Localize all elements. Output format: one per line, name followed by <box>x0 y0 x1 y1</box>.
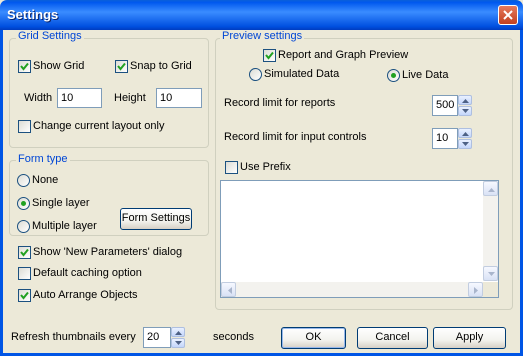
scrollbar-corner <box>483 282 498 297</box>
title-bar[interactable]: Settings <box>0 0 523 30</box>
auto-arrange-label: Auto Arrange Objects <box>33 289 138 301</box>
show-grid-label: Show Grid <box>33 60 85 72</box>
live-data-label: Live Data <box>402 69 449 81</box>
arrow-down-icon <box>175 341 182 345</box>
snap-to-grid-checkbox[interactable] <box>115 60 128 73</box>
arrow-up-icon <box>462 132 469 136</box>
prefix-text-area[interactable] <box>220 180 499 298</box>
arrow-up-icon <box>175 331 182 335</box>
record-limit-reports-input[interactable]: 500 <box>432 95 458 116</box>
arrow-down-icon <box>462 142 469 146</box>
record-limit-inputs-spinner[interactable] <box>458 128 472 149</box>
preview-settings-legend: Preview settings <box>220 30 305 42</box>
form-type-none-label: None <box>32 174 59 186</box>
checkmark-icon <box>20 248 29 257</box>
spinner-down-button[interactable] <box>458 139 472 149</box>
simulated-data-label: Simulated Data <box>264 68 340 80</box>
snap-to-grid-label: Snap to Grid <box>130 60 192 72</box>
report-graph-preview-checkbox[interactable] <box>263 49 276 62</box>
window-title: Settings <box>7 7 59 22</box>
refresh-unit-label: seconds <box>213 331 254 343</box>
form-settings-button[interactable]: Form Settings <box>120 208 192 230</box>
checkmark-icon <box>20 62 29 71</box>
change-layout-only-label: Change current layout only <box>33 120 165 132</box>
arrow-down-icon <box>488 272 495 276</box>
form-type-none-radio[interactable] <box>17 174 30 187</box>
default-caching-checkbox[interactable] <box>18 267 31 280</box>
close-icon <box>503 10 513 20</box>
simulated-data-radio[interactable] <box>249 68 262 81</box>
grid-settings-legend: Grid Settings <box>16 30 84 42</box>
close-button[interactable] <box>498 5 518 25</box>
spinner-down-button[interactable] <box>458 106 472 116</box>
arrow-down-icon <box>462 109 469 113</box>
default-caching-label: Default caching option <box>33 267 142 279</box>
use-prefix-label: Use Prefix <box>240 161 291 173</box>
height-input[interactable]: 10 <box>156 88 202 108</box>
checkmark-icon <box>265 51 274 60</box>
arrow-up-icon <box>488 188 495 192</box>
form-type-single-layer-radio[interactable] <box>17 197 30 210</box>
height-label: Height <box>114 92 146 104</box>
scroll-up-button[interactable] <box>483 181 498 196</box>
vertical-scrollbar[interactable] <box>483 181 498 281</box>
show-grid-checkbox[interactable] <box>18 60 31 73</box>
record-limit-reports-spinner[interactable] <box>458 95 472 116</box>
radio-selected-dot <box>391 73 396 78</box>
apply-button[interactable]: Apply <box>433 327 506 349</box>
width-input[interactable]: 10 <box>57 88 102 108</box>
cancel-button[interactable]: Cancel <box>357 327 428 349</box>
scroll-right-button[interactable] <box>468 282 483 297</box>
arrow-up-icon <box>462 99 469 103</box>
refresh-interval-input[interactable]: 20 <box>143 327 171 348</box>
spinner-up-button[interactable] <box>458 95 472 105</box>
checkmark-icon <box>117 62 126 71</box>
live-data-radio[interactable] <box>387 69 400 82</box>
width-label: Width <box>24 92 53 104</box>
spinner-down-button[interactable] <box>171 338 185 348</box>
form-type-legend: Form type <box>16 153 70 165</box>
scroll-left-button[interactable] <box>221 282 236 297</box>
scroll-down-button[interactable] <box>483 266 498 281</box>
refresh-interval-spinner[interactable] <box>171 327 185 348</box>
form-type-single-layer-label: Single layer <box>32 197 90 209</box>
ok-button[interactable]: OK <box>281 327 346 349</box>
form-type-multiple-layer-label: Multiple layer <box>32 220 97 232</box>
record-limit-inputs-input[interactable]: 10 <box>432 128 458 149</box>
show-new-parameters-label: Show 'New Parameters' dialog <box>33 246 183 258</box>
show-new-parameters-checkbox[interactable] <box>18 246 31 259</box>
auto-arrange-checkbox[interactable] <box>18 289 31 302</box>
record-limit-inputs-label: Record limit for input controls <box>224 131 367 143</box>
horizontal-scrollbar[interactable] <box>221 282 483 297</box>
arrow-left-icon <box>228 287 232 294</box>
change-layout-only-checkbox[interactable] <box>18 120 31 133</box>
report-graph-preview-label: Report and Graph Preview <box>278 49 409 61</box>
radio-selected-dot <box>21 201 26 206</box>
record-limit-reports-label: Record limit for reports <box>224 97 336 109</box>
use-prefix-checkbox[interactable] <box>225 161 238 174</box>
form-type-multiple-layer-radio[interactable] <box>17 220 30 233</box>
arrow-right-icon <box>474 287 478 294</box>
refresh-thumbnails-label: Refresh thumbnails every <box>11 331 136 343</box>
checkmark-icon <box>20 291 29 300</box>
spinner-up-button[interactable] <box>458 128 472 138</box>
spinner-up-button[interactable] <box>171 327 185 337</box>
